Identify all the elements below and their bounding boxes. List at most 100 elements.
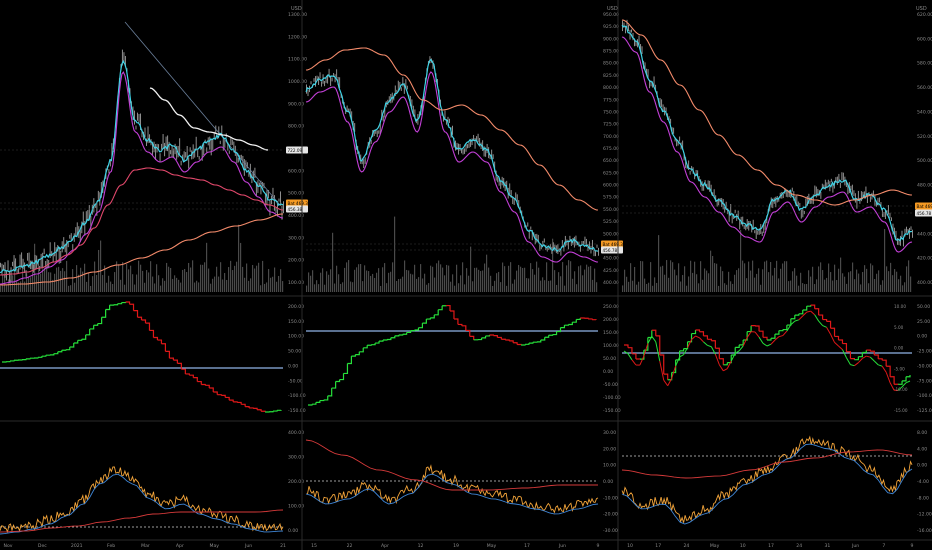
- volume-bar: [364, 265, 366, 292]
- osc-segment: [703, 335, 709, 340]
- osc-segment: [450, 310, 455, 319]
- volume-bar: [576, 284, 578, 292]
- osc-segment: [540, 337, 546, 341]
- volume-bar: [836, 280, 838, 292]
- osc-segment: [149, 329, 155, 338]
- osc-segment: [77, 339, 83, 341]
- volume-bar: [458, 283, 460, 292]
- osc-segment: [161, 343, 167, 352]
- volume-bar: [24, 281, 26, 292]
- candle: [467, 144, 469, 149]
- price-axis-label: 500.00: [917, 158, 932, 164]
- osc-segment-secondary: [703, 341, 708, 346]
- volume-bar: [310, 275, 312, 292]
- price-axis-label: 450.00: [603, 256, 619, 262]
- volume-bar: [316, 280, 318, 292]
- volume-bar: [114, 272, 116, 292]
- volume-bar: [854, 279, 856, 292]
- osc-segment: [624, 344, 629, 348]
- candle: [492, 154, 494, 160]
- osc-segment-secondary: [854, 362, 859, 367]
- volume-bar: [486, 254, 488, 292]
- chart-panel-right[interactable]: 620.00 600.00 580.00 560.00 540.00 520.00 500.…: [621, 12, 932, 549]
- volume-bar: [448, 265, 450, 292]
- volume-bar: [352, 282, 354, 292]
- osc-axis-label-secondary: -5.00: [894, 366, 905, 371]
- volume-bar: [28, 277, 30, 292]
- rsi-axis-label: -8.00: [917, 495, 929, 501]
- volume-bar: [530, 263, 532, 292]
- volume-bar: [8, 279, 10, 292]
- osc-segment: [245, 406, 250, 408]
- volume-bar: [476, 267, 478, 292]
- rsi-axis-label: 4.00: [917, 446, 927, 452]
- candle: [543, 238, 545, 243]
- osc-segment: [584, 317, 589, 319]
- volume-bar: [702, 279, 704, 292]
- candle: [272, 187, 274, 201]
- price-axis-label: 420.00: [917, 256, 932, 262]
- osc-segment: [826, 320, 832, 329]
- price-axis-label: 675.00: [603, 146, 619, 152]
- volume-bar: [228, 267, 230, 292]
- volume-bar: [666, 260, 668, 292]
- volume-bar: [900, 275, 902, 292]
- osc-segment: [699, 331, 705, 336]
- candle: [791, 187, 793, 192]
- candle: [7, 260, 9, 272]
- osc-segment: [81, 334, 87, 340]
- candle: [796, 195, 798, 205]
- candle: [461, 148, 463, 154]
- osc-segment: [434, 309, 439, 316]
- chart-panel-middle[interactable]: 950.00925.00900.00875.00850.00825.00800.…: [305, 12, 626, 549]
- rsi-axis-label: 8.00: [917, 430, 927, 436]
- candle: [162, 134, 164, 149]
- volume-bar: [738, 268, 740, 292]
- candle: [179, 138, 181, 155]
- time-axis-label: May: [710, 543, 720, 549]
- rsi-signal-red: [0, 509, 284, 533]
- osc-segment: [57, 350, 63, 353]
- candle: [203, 143, 205, 156]
- osc-segment: [453, 318, 459, 325]
- candle: [54, 242, 56, 257]
- osc-segment-secondary: [695, 335, 700, 339]
- time-axis-label: 10: [627, 543, 633, 549]
- osc-axis-label: 100.00: [603, 343, 619, 349]
- volume-bar: [876, 273, 878, 292]
- candle: [210, 139, 212, 156]
- volume-bar: [682, 275, 684, 292]
- ema-fast-line: [305, 58, 599, 252]
- rsi-axis-label: 0.00: [917, 463, 927, 469]
- volume-bar: [678, 263, 680, 292]
- osc-segment: [438, 305, 443, 311]
- chart-panel-left[interactable]: 1300.001200.001100.001000.00900.00800.00…: [0, 12, 311, 549]
- volume-bar: [276, 281, 278, 292]
- osc-segment: [41, 355, 47, 357]
- candle: [878, 197, 880, 203]
- volume-bar: [688, 276, 690, 292]
- osc-segment: [521, 344, 526, 346]
- candle: [661, 99, 663, 107]
- volume-bar: [522, 268, 524, 292]
- time-axis-label: 15: [311, 543, 317, 549]
- candle: [691, 165, 693, 172]
- volume-bar: [856, 269, 858, 292]
- osc-segment: [117, 302, 123, 305]
- osc-segment: [97, 317, 103, 325]
- candle: [739, 219, 741, 230]
- volume-bar: [762, 269, 764, 292]
- osc-segment: [707, 338, 712, 341]
- candle: [869, 196, 871, 202]
- price-axis-label: 550.00: [603, 207, 619, 213]
- volume-bar: [430, 265, 432, 292]
- osc-segment: [822, 318, 828, 322]
- volume-bar: [578, 266, 580, 292]
- osc-segment: [834, 335, 840, 340]
- candle: [887, 205, 889, 215]
- volume-bar: [764, 261, 766, 292]
- volume-bar: [694, 261, 696, 292]
- osc-segment: [572, 319, 577, 323]
- trend-line[interactable]: [124, 21, 281, 206]
- price-axis-label: 400.00: [917, 280, 932, 286]
